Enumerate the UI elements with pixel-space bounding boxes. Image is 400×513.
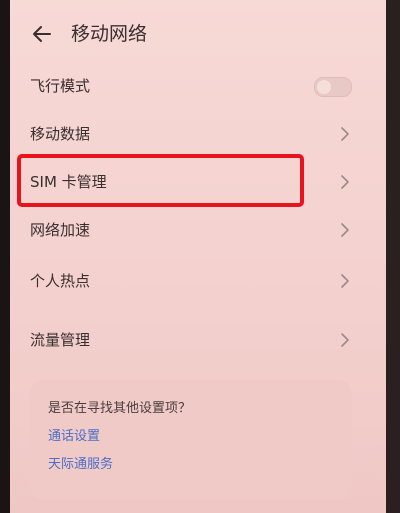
mobile-data-label: 移动数据 <box>30 125 91 143</box>
settings-screen: 移动网络 飞行模式 移动数据 SIM 卡管理 网络加速 个人热点 流量管理 是否… <box>10 0 386 513</box>
header: 移动网络 <box>10 12 386 56</box>
mobile-data-row[interactable]: 移动数据 <box>10 115 386 155</box>
airplane-mode-row[interactable]: 飞行模式 <box>10 67 386 107</box>
personal-hotspot-row[interactable]: 个人热点 <box>10 262 386 302</box>
data-usage-row[interactable]: 流量管理 <box>10 321 386 361</box>
back-arrow-icon[interactable] <box>30 22 54 46</box>
toggle-knob <box>317 80 331 94</box>
data-usage-label: 流量管理 <box>30 331 91 349</box>
suggestion-card: 是否在寻找其他设置项？ 通话设置 天际通服务 <box>30 380 352 500</box>
suggestion-title: 是否在寻找其他设置项？ <box>48 401 192 416</box>
phone-bezel <box>386 0 400 513</box>
network-acceleration-label: 网络加速 <box>30 221 91 239</box>
network-acceleration-row[interactable]: 网络加速 <box>10 211 386 251</box>
page-title: 移动网络 <box>71 23 148 45</box>
airplane-mode-toggle[interactable] <box>314 77 352 97</box>
chevron-right-icon <box>340 273 350 289</box>
chevron-right-icon <box>340 174 350 190</box>
chevron-right-icon <box>340 332 350 348</box>
chevron-right-icon <box>340 126 350 142</box>
airplane-mode-label: 飞行模式 <box>30 77 91 95</box>
highlight-annotation <box>17 154 304 207</box>
skytone-service-link[interactable]: 天际通服务 <box>48 456 113 474</box>
call-settings-link[interactable]: 通话设置 <box>48 428 100 446</box>
chevron-right-icon <box>340 222 350 238</box>
personal-hotspot-label: 个人热点 <box>30 272 91 290</box>
